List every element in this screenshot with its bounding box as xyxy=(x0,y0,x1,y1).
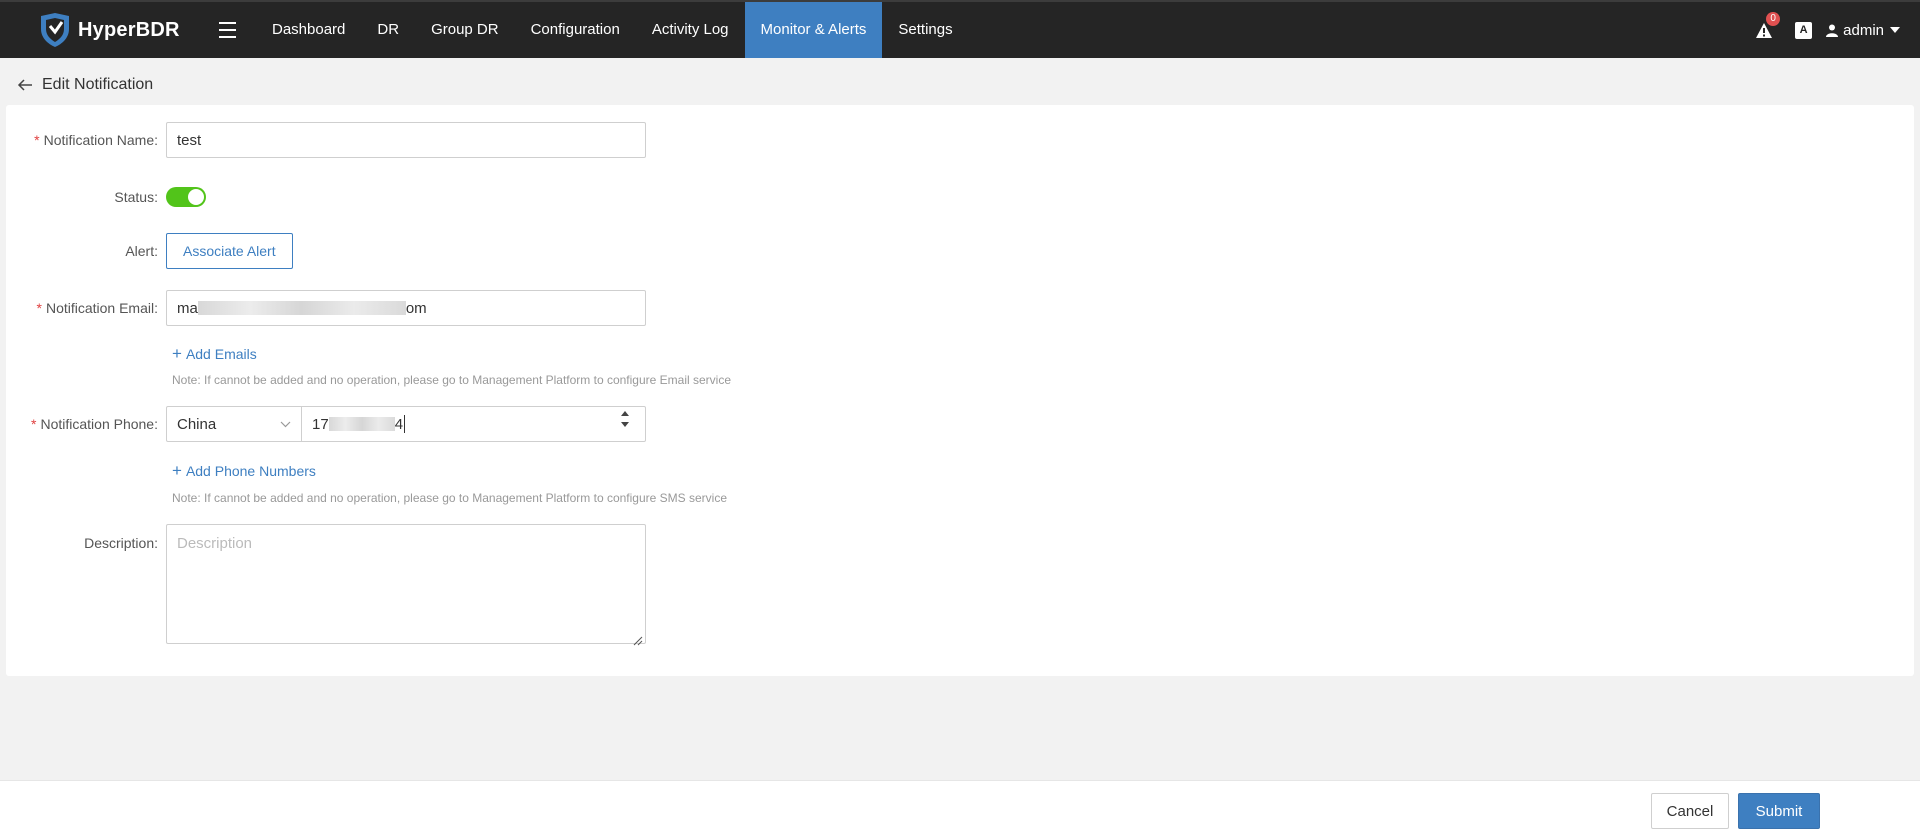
notification-name-label: * Notification Name: xyxy=(34,132,158,148)
caret-down-icon xyxy=(1890,27,1900,33)
user-menu[interactable]: admin xyxy=(1826,22,1900,39)
notification-phone-label: * Notification Phone: xyxy=(31,416,158,432)
user-icon xyxy=(1826,24,1839,37)
app-logo[interactable]: HyperBDR xyxy=(38,12,180,48)
shield-logo-icon xyxy=(41,13,69,47)
chevron-down-icon xyxy=(280,421,291,427)
field-description: Description: xyxy=(6,524,646,649)
text-cursor xyxy=(404,415,406,433)
redacted-text xyxy=(328,417,395,431)
description-label: Description: xyxy=(84,535,158,551)
nav-item-settings[interactable]: Settings xyxy=(882,2,968,58)
page-title: Edit Notification xyxy=(42,76,154,93)
notification-email-input[interactable]: ma om xyxy=(166,290,646,326)
alert-count-badge: 0 xyxy=(1766,12,1781,26)
country-select[interactable]: China xyxy=(166,406,302,442)
submit-button[interactable]: Submit xyxy=(1738,793,1820,829)
form-footer: Cancel Submit xyxy=(0,780,1920,840)
redacted-text xyxy=(197,301,406,315)
nav-item-activity-log[interactable]: Activity Log xyxy=(636,2,745,58)
field-notification-name: * Notification Name: xyxy=(6,122,646,158)
alerts-button[interactable]: 0 xyxy=(1755,12,1781,42)
increment-icon[interactable] xyxy=(621,411,629,416)
field-alert: Alert: Associate Alert xyxy=(6,233,293,269)
required-mark: * xyxy=(31,416,37,432)
associate-alert-button[interactable]: Associate Alert xyxy=(166,233,293,269)
nav-item-monitor-alerts[interactable]: Monitor & Alerts xyxy=(744,2,883,58)
nav-item-group-dr[interactable]: Group DR xyxy=(415,2,515,58)
email-note: Note: If cannot be added and no operatio… xyxy=(172,373,732,387)
header-tools: 0 A admin xyxy=(1755,2,1900,58)
required-mark: * xyxy=(34,132,40,148)
field-status: Status: xyxy=(6,187,206,207)
top-navigation-bar: HyperBDR Dashboard DR Group DR Configura… xyxy=(0,0,1920,58)
menu-toggle-icon[interactable] xyxy=(219,22,236,38)
arrow-left-icon xyxy=(17,79,32,91)
field-notification-email: * Notification Email: ma om xyxy=(6,290,646,326)
main-nav: Dashboard DR Group DR Configuration Acti… xyxy=(256,2,969,58)
status-label: Status: xyxy=(114,189,158,205)
notification-email-label: * Notification Email: xyxy=(36,300,159,316)
required-mark: * xyxy=(36,300,42,316)
plus-icon: + xyxy=(172,461,182,480)
description-textarea[interactable] xyxy=(166,524,646,644)
phone-note: Note: If cannot be added and no operatio… xyxy=(172,491,728,505)
alert-label: Alert: xyxy=(125,243,158,259)
font-size-icon[interactable]: A xyxy=(1795,21,1813,39)
phone-number-input[interactable]: 17 4 xyxy=(302,406,646,442)
notification-form: *Notification Name: Status: Alert: Assoc… xyxy=(6,105,1914,676)
number-stepper xyxy=(621,411,629,427)
add-emails-link[interactable]: + Add Emails xyxy=(172,344,257,363)
app-name: HyperBDR xyxy=(78,18,180,41)
notification-name-input[interactable] xyxy=(166,122,646,158)
nav-item-dashboard[interactable]: Dashboard xyxy=(256,2,361,58)
cancel-button[interactable]: Cancel xyxy=(1651,793,1729,829)
decrement-icon[interactable] xyxy=(621,422,629,427)
resize-handle-icon[interactable] xyxy=(633,636,643,646)
add-phone-numbers-link[interactable]: + Add Phone Numbers xyxy=(172,461,316,480)
back-to-list[interactable]: Edit Notification xyxy=(17,76,153,94)
status-toggle[interactable] xyxy=(166,187,206,207)
nav-item-configuration[interactable]: Configuration xyxy=(515,2,636,58)
plus-icon: + xyxy=(172,344,182,363)
nav-item-dr[interactable]: DR xyxy=(361,2,415,58)
field-notification-phone: * Notification Phone: China 17 4 xyxy=(6,406,646,442)
user-name: admin xyxy=(1843,21,1884,39)
